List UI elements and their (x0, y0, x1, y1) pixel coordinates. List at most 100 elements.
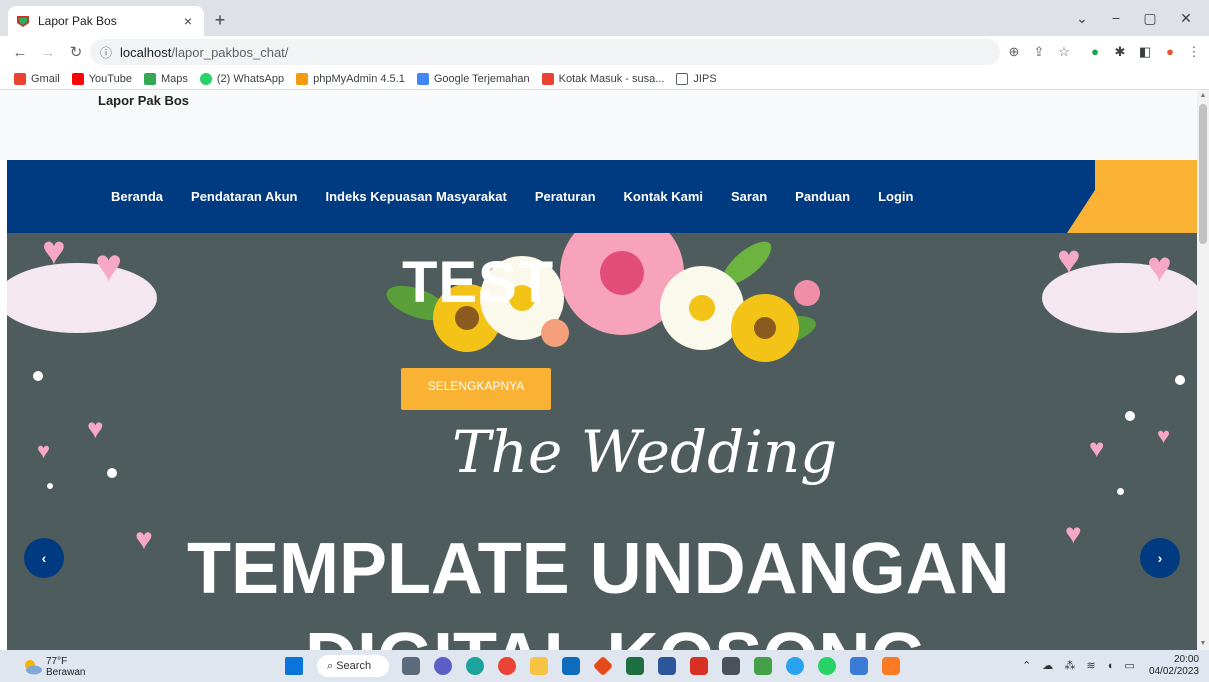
file-explorer-icon[interactable] (530, 657, 548, 675)
heart-decoration: ♥ (37, 438, 51, 463)
weather-condition: Berawan (46, 667, 86, 678)
vscode-icon[interactable] (786, 657, 804, 675)
dot-decoration (33, 371, 43, 381)
site-info-icon[interactable]: ⓘ (100, 44, 112, 61)
teams-chat-icon[interactable] (434, 657, 452, 675)
url-host: localhost (120, 44, 172, 60)
dot-decoration (1125, 411, 1135, 421)
phpmyadmin-icon (296, 72, 309, 85)
gmail-icon (14, 72, 26, 85)
tab-search-icon[interactable]: ⌄ (1064, 6, 1100, 30)
heart-decoration: ♥ (1089, 433, 1105, 463)
remote-icon[interactable] (850, 657, 868, 675)
bookmark-phpmyadmin[interactable]: phpMyAdmin 4.5.1 (296, 72, 405, 85)
nav-panduan[interactable]: Panduan (795, 189, 850, 204)
reload-icon[interactable]: ↻ (62, 43, 90, 61)
tab-close-icon[interactable]: × (180, 13, 196, 29)
dot-decoration (107, 468, 117, 478)
clock-time: 20:00 (1173, 654, 1199, 665)
page-scrollbar[interactable]: ▲ ▼ (1197, 90, 1209, 650)
heart-decoration: ♥ (87, 413, 104, 444)
whatsapp-taskbar-icon[interactable] (818, 657, 836, 675)
bookmark-youtube[interactable]: YouTube (71, 72, 132, 85)
address-bar[interactable]: ⓘ localhost/lapor_pakbos_chat/ (90, 39, 1000, 65)
cloud-decoration (7, 263, 157, 333)
excel-icon[interactable] (626, 657, 644, 675)
weather-temp: 77°F (46, 656, 68, 667)
nav-beranda[interactable]: Beranda (111, 189, 163, 204)
share-icon[interactable]: ⇪ (1028, 41, 1050, 63)
new-tab-button[interactable]: + (208, 9, 232, 33)
extensions-puzzle-icon[interactable]: ✱ (1109, 41, 1131, 63)
zoom-icon[interactable]: ⊕ (1003, 41, 1025, 63)
back-icon[interactable]: ← (6, 44, 34, 61)
xampp-icon[interactable] (882, 657, 900, 675)
clock-date: 04/02/2023 (1148, 666, 1199, 677)
heart-decoration: ♥ (42, 233, 66, 273)
browser-tab[interactable]: Lapor Pak Bos × (8, 6, 204, 36)
hero-title: TEST (402, 250, 555, 315)
whatsapp-icon (199, 72, 212, 85)
main-navbar: Beranda Pendataran Akun Indeks Kepuasan … (7, 160, 1197, 233)
taskbar-search-label: Search (336, 660, 372, 672)
selengkapnya-button[interactable]: SELENGKAPNYA (401, 368, 551, 410)
windows-start-icon[interactable] (285, 657, 303, 675)
bookmark-star-icon[interactable]: ☆ (1053, 41, 1075, 63)
bookmark-maps[interactable]: Maps (143, 72, 188, 85)
heart-decoration: ♥ (1057, 238, 1081, 282)
close-window-icon[interactable]: ✕ (1168, 6, 1204, 30)
weather-cloud-icon (25, 660, 42, 675)
minimize-icon[interactable]: − (1098, 6, 1134, 30)
nav-login[interactable]: Login (878, 189, 913, 204)
profile-avatar-icon[interactable]: ● (1159, 41, 1181, 63)
mail-icon[interactable] (562, 657, 580, 675)
edge-icon[interactable] (466, 657, 484, 675)
carousel-next-button[interactable]: › (1140, 538, 1180, 578)
word-icon[interactable] (658, 657, 676, 675)
extension-grammarly-icon[interactable]: ● (1084, 41, 1106, 63)
heart-decoration: ♥ (135, 523, 153, 556)
nav-saran[interactable]: Saran (731, 189, 767, 204)
chrome-icon[interactable] (498, 657, 516, 675)
scroll-down-icon[interactable]: ▼ (1197, 638, 1209, 650)
site-brand[interactable]: Lapor Pak Bos (98, 93, 189, 108)
maximize-icon[interactable]: ▢ (1132, 6, 1168, 30)
forward-icon[interactable]: → (34, 44, 62, 61)
heart-decoration: ♥ (1157, 423, 1171, 448)
bookmark-jips[interactable]: JIPS (676, 72, 717, 85)
browser-toolbar: ← → ↻ ⓘ localhost/lapor_pakbos_chat/ ⊕ ⇪… (0, 36, 1209, 68)
bookmark-google-translate[interactable]: Google Terjemahan (416, 72, 530, 85)
template-subtitle-text: DIGITAL KOSONG (305, 618, 926, 650)
nav-pendataran-akun[interactable]: Pendataran Akun (191, 189, 297, 204)
heart-decoration: ♥ (95, 239, 123, 291)
browser-tab-strip: Lapor Pak Bos × + ⌄ − ▢ ✕ (0, 0, 1209, 36)
menu-icon[interactable]: ⋮ (1183, 41, 1205, 63)
nav-indeks-kepuasan[interactable]: Indeks Kepuasan Masyarakat (325, 189, 506, 204)
bookmark-whatsapp[interactable]: (2) WhatsApp (199, 72, 284, 85)
acrobat-icon[interactable] (690, 657, 708, 675)
carousel-prev-button[interactable]: ‹ (24, 538, 64, 578)
taskbar-search[interactable]: ⌕ Search (317, 655, 389, 677)
bookmark-gmail-inbox[interactable]: Kotak Masuk - susa... (541, 72, 664, 85)
notepad-icon[interactable] (754, 657, 772, 675)
side-panel-icon[interactable]: ◧ (1134, 41, 1156, 63)
scroll-up-icon[interactable]: ▲ (1197, 90, 1209, 102)
page-viewport: Lapor Pak Bos Beranda Pendataran Akun In… (0, 90, 1197, 650)
template-title-text: TEMPLATE UNDANGAN (187, 529, 1010, 609)
youtube-icon (71, 72, 84, 85)
site-favicon-icon (17, 16, 29, 27)
bookmark-gmail[interactable]: Gmail (14, 72, 60, 85)
heart-decoration: ♥ (1065, 518, 1082, 549)
nav-menu: Beranda Pendataran Akun Indeks Kepuasan … (111, 160, 941, 233)
maps-icon (143, 72, 156, 85)
nav-kontak-kami[interactable]: Kontak Kami (624, 189, 703, 204)
terminal-icon[interactable] (722, 657, 740, 675)
nav-peraturan[interactable]: Peraturan (535, 189, 596, 204)
weather-widget[interactable]: 77°F Berawan (22, 656, 85, 678)
scroll-thumb[interactable] (1199, 104, 1207, 244)
git-icon[interactable] (592, 655, 614, 677)
task-view-icon[interactable] (402, 657, 420, 675)
windows-taskbar: 77°F Berawan ⌕ Search ⌃ ☁ ⁂ ≋ ◖ ▭ 20:00 0… (0, 650, 1209, 682)
system-tray-icons[interactable]: ⌃ ☁ ⁂ ≋ ◖ ▭ (1022, 659, 1139, 672)
clock[interactable]: 20:00 04/02/2023 (1149, 654, 1199, 678)
